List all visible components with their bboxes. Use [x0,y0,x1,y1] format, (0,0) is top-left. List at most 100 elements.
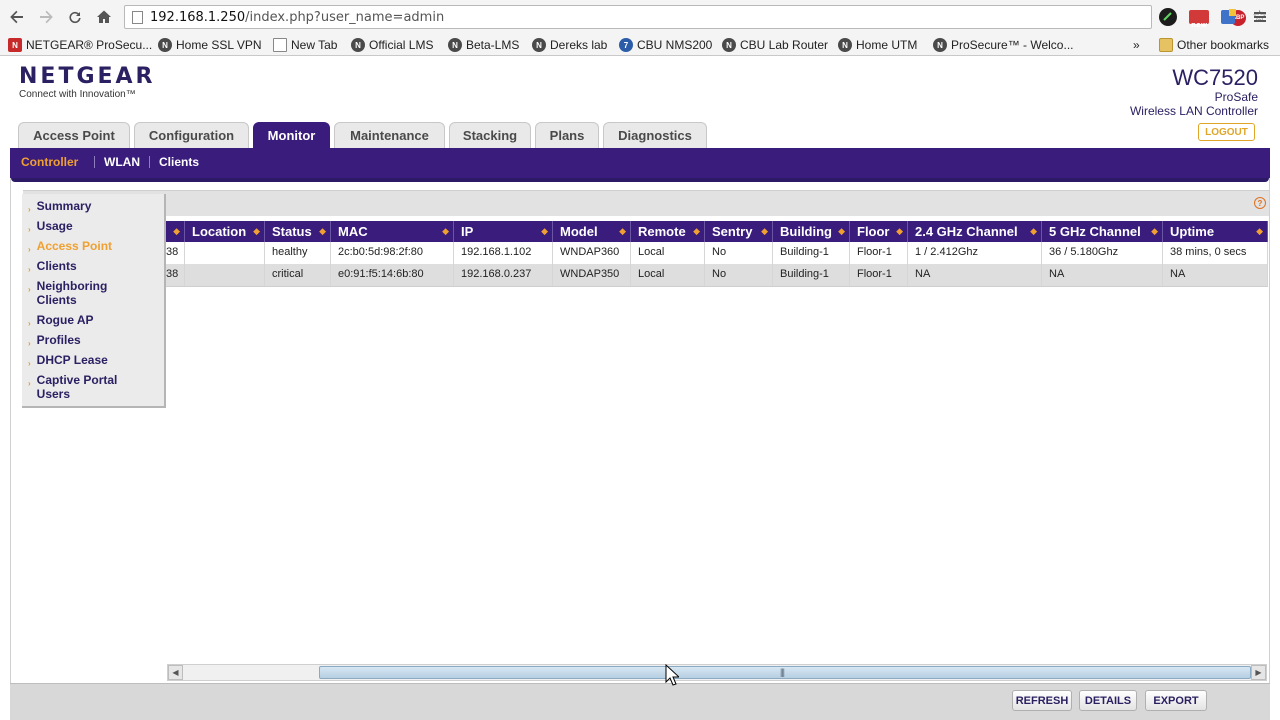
home-button[interactable] [93,6,115,28]
table-cell-5ghz[interactable]: NA [1042,264,1163,286]
bookmark-item[interactable]: 7 CBU NMS200 [619,37,712,53]
subnav-wlan[interactable]: WLAN [104,155,140,169]
address-bar[interactable]: 192.168.1.250/index.php?user_name=admin … [124,5,1267,29]
table-cell-24ghz[interactable]: 1 / 2.412Ghz [908,242,1042,264]
bookmark-item[interactable]: N Dereks lab [532,37,607,53]
help-icon[interactable]: ? [1254,197,1266,209]
bookmark-item[interactable]: N ProSecure™ - Welco... [933,37,1073,53]
row-divider [166,286,1268,287]
tab-stacking[interactable]: Stacking [449,122,531,148]
table-cell-sentry[interactable]: No [705,264,773,286]
table-cell-ip[interactable]: 192.168.0.237 [454,264,553,286]
bookmark-item[interactable]: N NETGEAR® ProSecu... [8,37,152,53]
subnav-controller[interactable]: Controller [21,155,78,169]
sidebar-item-captive-portal-users[interactable]: › Captive Portal Users [28,373,138,401]
table-cell-remote[interactable]: Local [631,242,705,264]
column-header-uptime[interactable]: Uptime ◆ [1163,221,1268,242]
table-cell-model[interactable]: WNDAP360 [553,242,631,264]
table-cell-ip[interactable]: 192.168.1.102 [454,242,553,264]
sort-icon: ◆ [1256,226,1263,236]
scroll-right-button[interactable]: ▶ [1251,665,1266,680]
column-header-mac[interactable]: MAC ◆ [331,221,454,242]
column-header-sentry[interactable]: Sentry ◆ [705,221,773,242]
reload-button[interactable] [64,6,86,28]
sidebar-item-clients[interactable]: › Clients [28,259,77,277]
bookmark-item[interactable]: N Official LMS [351,37,433,53]
product-title: WC7520 ProSafe Wireless LAN Controller [1130,66,1258,119]
tab-monitor[interactable]: Monitor [253,122,330,148]
sidebar-item-neighboring-clients[interactable]: › Neighboring Clients [28,279,124,307]
table-cell-floor[interactable]: Floor-1 [850,264,908,286]
sidebar-item-summary[interactable]: › Summary [28,199,91,217]
more-bookmarks-chevron[interactable]: » [1133,37,1140,53]
column-header-model[interactable]: Model ◆ [553,221,631,242]
forward-button[interactable] [35,6,57,28]
export-button[interactable]: EXPORT [1145,690,1207,711]
table-cell-sentry[interactable]: No [705,242,773,264]
table-cell[interactable]: 38 [166,264,185,286]
column-header-5ghz-channel[interactable]: 5 GHz Channel ◆ [1042,221,1163,242]
horizontal-scrollbar[interactable]: ◀ ||| ▶ [167,664,1267,681]
column-header-status[interactable]: Status ◆ [265,221,331,242]
sidebar-item-profiles[interactable]: › Profiles [28,333,81,351]
table-cell[interactable]: 38 [166,242,185,264]
sidebar-item-usage[interactable]: › Usage [28,219,73,237]
table-cell-floor[interactable]: Floor-1 [850,242,908,264]
chevron-right-icon: › [28,379,31,388]
table-cell-24ghz[interactable]: NA [908,264,1042,286]
sidebar-item-rogue-ap[interactable]: › Rogue AP [28,313,94,331]
forward-arrow-icon [40,10,53,24]
refresh-button[interactable]: REFRESH [1012,690,1072,711]
table-cell-mac[interactable]: 2c:b0:5d:98:2f:80 [331,242,454,264]
url-text[interactable]: 192.168.1.250/index.php?user_name=admin [150,10,444,25]
tab-access-point[interactable]: Access Point [18,122,130,148]
column-header-24ghz-channel[interactable]: 2.4 GHz Channel ◆ [908,221,1042,242]
bookmark-item[interactable]: N Beta-LMS [448,37,519,53]
subnav-clients[interactable]: Clients [159,155,199,169]
column-header-location[interactable]: Location ◆ [185,221,265,242]
extension-1-icon[interactable] [1158,7,1178,27]
other-bookmarks-folder[interactable]: Other bookmarks [1159,37,1269,53]
menu-wrench-icon[interactable] [1250,7,1270,27]
table-cell-remote[interactable]: Local [631,264,705,286]
sidebar-item-dhcp-lease[interactable]: › DHCP Lease [28,353,108,371]
scroll-left-button[interactable]: ◀ [168,665,183,680]
folder-icon [1159,38,1173,52]
table-cell-building[interactable]: Building-1 [773,264,850,286]
netgear-logo: NETGEAR Connect with Innovation™ [19,66,156,101]
reload-icon [69,11,81,24]
sidebar-item-access-point[interactable]: › Access Point [28,239,112,257]
table-cell-status[interactable]: critical [265,264,331,286]
scrollbar-thumb[interactable]: ||| [319,666,1251,679]
bookmark-item[interactable]: N Home SSL VPN [158,37,262,53]
table-cell[interactable] [185,242,265,264]
chevron-right-icon: › [28,285,31,294]
column-header-remote[interactable]: Remote ◆ [631,221,705,242]
table-cell-model[interactable]: WNDAP350 [553,264,631,286]
column-header-floor[interactable]: Floor ◆ [850,221,908,242]
bookmark-item[interactable]: New Tab [273,37,337,53]
tab-plans[interactable]: Plans [535,122,599,148]
table-cell-mac[interactable]: e0:91:f5:14:6b:80 [331,264,454,286]
sort-icon: ◆ [1151,226,1158,236]
table-cell-uptime[interactable]: NA [1163,264,1268,286]
tab-maintenance[interactable]: Maintenance [334,122,445,148]
table-cell-building[interactable]: Building-1 [773,242,850,264]
column-header-building[interactable]: Building ◆ [773,221,850,242]
table-cell-uptime[interactable]: 38 mins, 0 secs [1163,242,1268,264]
table-cell-status[interactable]: healthy [265,242,331,264]
details-button[interactable]: DETAILS [1079,690,1137,711]
column-header[interactable]: ◆ [166,221,185,242]
logout-button[interactable]: LOGOUT [1198,123,1255,141]
bookmark-item[interactable]: N Home UTM [838,37,917,53]
extension-bookmark-icon[interactable] [1218,7,1238,27]
svg-text:new: new [1191,21,1208,29]
extension-new-icon[interactable]: new [1187,7,1209,29]
tab-diagnostics[interactable]: Diagnostics [603,122,707,148]
column-header-ip[interactable]: IP ◆ [454,221,553,242]
table-cell-5ghz[interactable]: 36 / 5.180Ghz [1042,242,1163,264]
bookmark-item[interactable]: N CBU Lab Router [722,37,828,53]
table-cell[interactable] [185,264,265,286]
back-button[interactable] [6,6,28,28]
tab-configuration[interactable]: Configuration [134,122,249,148]
